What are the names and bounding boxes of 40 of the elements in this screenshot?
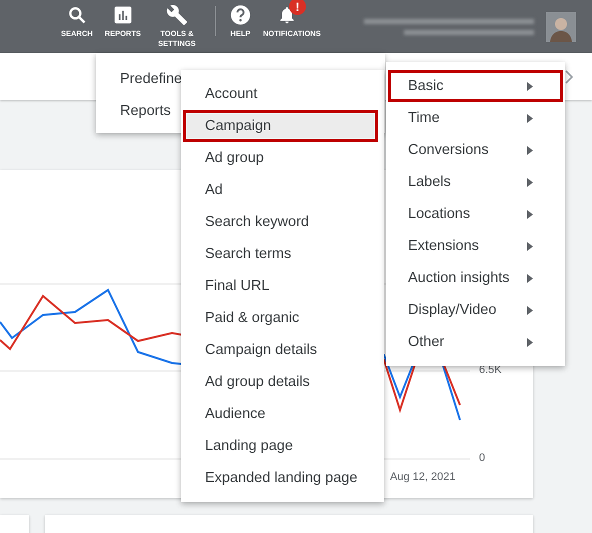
chevron-right-icon[interactable] xyxy=(564,70,574,84)
menu-item[interactable]: Expanded landing page xyxy=(181,462,384,494)
menu-item[interactable]: Campaign xyxy=(183,110,378,142)
submenu-arrow-icon xyxy=(527,242,533,250)
menu-item[interactable]: Ad group details xyxy=(181,366,384,398)
submenu-arrow-icon xyxy=(527,82,533,90)
y-axis-label: 0 xyxy=(479,452,486,464)
submenu-arrow-icon xyxy=(527,114,533,122)
submenu-item[interactable]: Labels xyxy=(386,166,565,198)
menu-item[interactable]: Final URL xyxy=(181,270,384,302)
submenu-item[interactable]: Extensions xyxy=(386,230,565,262)
submenu-arrow-icon xyxy=(527,274,533,282)
avatar-icon[interactable] xyxy=(546,12,576,42)
wrench-icon xyxy=(166,4,188,26)
submenu-item[interactable]: Auction insights xyxy=(386,262,565,294)
submenu-arrow-icon xyxy=(527,178,533,186)
submenu-item[interactable]: Time xyxy=(386,102,565,134)
menu-item[interactable]: Audience xyxy=(181,398,384,430)
menu-item[interactable]: Ad xyxy=(181,174,384,206)
submenu-item[interactable]: Other xyxy=(386,326,565,358)
help-icon xyxy=(230,4,251,26)
submenu-item[interactable]: Display/Video xyxy=(386,294,565,326)
submenu-arrow-icon xyxy=(527,210,533,218)
submenu-arrow-icon xyxy=(527,306,533,314)
search-icon xyxy=(66,4,87,26)
submenu-arrow-icon xyxy=(527,146,533,154)
menu-item[interactable]: Account xyxy=(181,78,384,110)
submenu-item[interactable]: Basic xyxy=(388,70,563,102)
menu-item[interactable]: Landing page xyxy=(181,430,384,462)
menu-item[interactable]: Search terms xyxy=(181,238,384,270)
submenu-arrow-icon xyxy=(527,338,533,346)
menu-item[interactable]: Paid & organic xyxy=(181,302,384,334)
submenu-item[interactable]: Conversions xyxy=(386,134,565,166)
submenu-item[interactable]: Locations xyxy=(386,198,565,230)
menu-item[interactable]: Campaign details xyxy=(181,334,384,366)
menu-item[interactable]: Ad group xyxy=(181,142,384,174)
x-axis-label: Aug 12, 2021 xyxy=(390,471,456,483)
bar-chart-icon xyxy=(112,4,133,26)
notification-badge: ! xyxy=(288,0,306,15)
menu-item[interactable]: Search keyword xyxy=(181,206,384,238)
